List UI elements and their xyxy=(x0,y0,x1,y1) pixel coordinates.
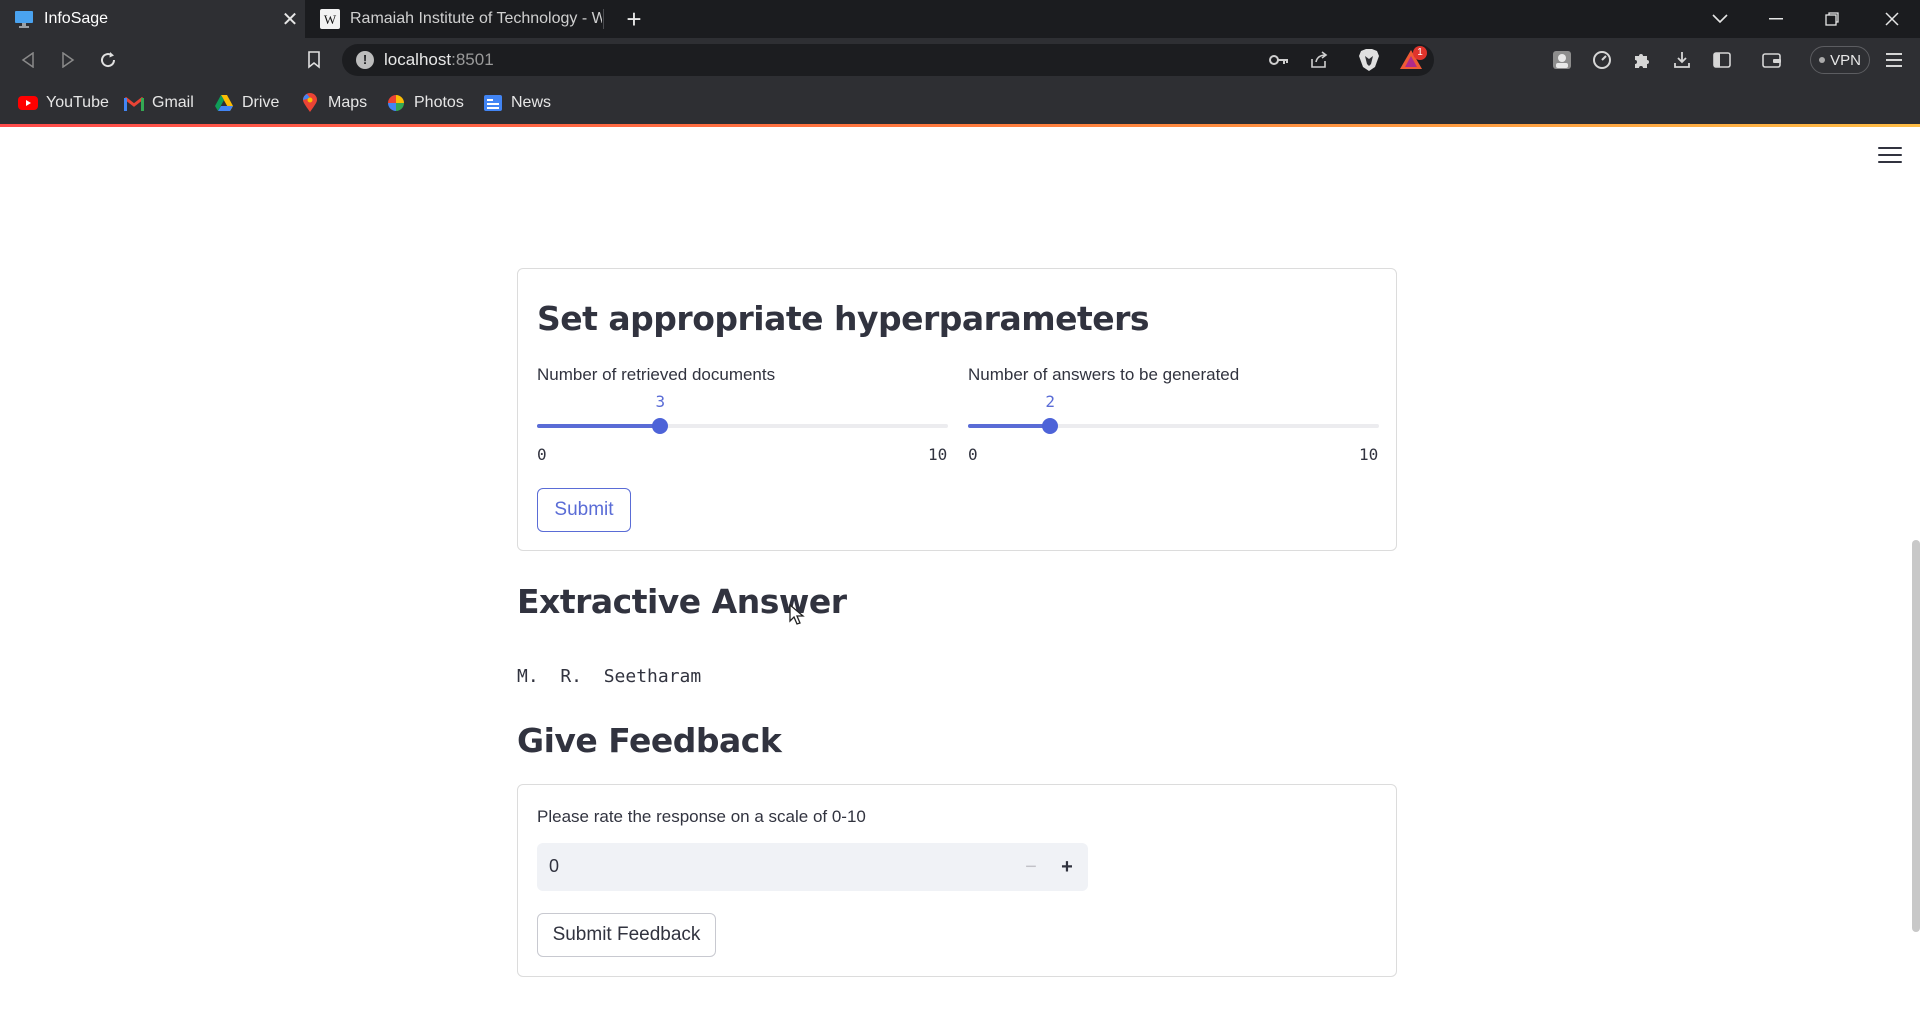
reload-icon[interactable] xyxy=(92,44,124,76)
close-tab-icon[interactable]: ✕ xyxy=(275,7,305,32)
give-feedback-title: Give Feedback xyxy=(517,721,782,760)
wallet-icon[interactable] xyxy=(1756,44,1788,76)
bookmark-photos[interactable]: Photos xyxy=(386,92,464,114)
monitor-icon xyxy=(14,9,34,29)
bookmark-label: Maps xyxy=(328,94,368,111)
tab-infosage[interactable]: InfoSage ✕ xyxy=(0,0,305,38)
increment-icon[interactable]: + xyxy=(1050,851,1084,883)
bookmark-drive[interactable]: Drive xyxy=(214,92,279,114)
tab-title: Ramaiah Institute of Technology - Wik xyxy=(350,10,602,27)
sidebar-toggle-icon[interactable] xyxy=(1706,44,1738,76)
bookmark-label: Drive xyxy=(242,94,280,111)
bookmark-icon[interactable] xyxy=(298,44,330,76)
tab-search-chevron-icon[interactable] xyxy=(1692,0,1748,38)
profile-extension-icon[interactable] xyxy=(1546,44,1578,76)
bookmark-label: Photos xyxy=(414,94,464,111)
gmail-icon xyxy=(124,93,144,113)
bookmark-maps[interactable]: Maps xyxy=(300,92,367,114)
close-window-icon[interactable] xyxy=(1864,0,1920,38)
hyperparameters-form: Set appropriate hyperparameters Number o… xyxy=(517,268,1397,551)
slider-min-label: 0 xyxy=(537,445,547,464)
slider-min-label: 0 xyxy=(968,445,978,464)
maps-icon xyxy=(300,93,320,113)
submit-feedback-button[interactable]: Submit Feedback xyxy=(537,913,716,957)
app-menu-icon[interactable] xyxy=(1878,145,1902,165)
tab-divider xyxy=(603,9,604,29)
retrieved-docs-slider[interactable]: 3 xyxy=(537,392,948,434)
feedback-form: Please rate the response on a scale of 0… xyxy=(517,784,1397,977)
minimize-icon[interactable] xyxy=(1748,0,1804,38)
page-scrollbar[interactable] xyxy=(1912,540,1920,932)
extensions-puzzle-icon[interactable] xyxy=(1626,44,1658,76)
rating-number-input[interactable]: 0 − + xyxy=(537,843,1088,891)
slider-fill xyxy=(537,424,661,428)
slider-max-label: 10 xyxy=(1359,445,1379,464)
tab-strip: InfoSage ✕ W Ramaiah Institute of Techno… xyxy=(0,0,1920,38)
brave-shields-icon[interactable] xyxy=(1358,48,1380,72)
photos-icon xyxy=(386,93,406,113)
vpn-status-dot xyxy=(1819,57,1826,63)
news-icon xyxy=(483,93,503,113)
new-tab-button[interactable]: + xyxy=(618,3,650,35)
speedometer-icon[interactable] xyxy=(1586,44,1618,76)
bookmark-label: YouTube xyxy=(46,94,109,111)
share-icon[interactable] xyxy=(1304,44,1334,76)
generated-answers-label: Number of answers to be generated xyxy=(968,365,1240,384)
slider-fill xyxy=(968,424,1051,428)
mouse-cursor-icon xyxy=(789,604,805,625)
slider-value: 2 xyxy=(1045,392,1055,411)
rewards-badge: 1 xyxy=(1413,46,1427,60)
bookmark-gmail[interactable]: Gmail xyxy=(124,92,194,114)
back-icon[interactable] xyxy=(12,44,44,76)
browser-toolbar: ! localhost:8501 1 VPN xyxy=(0,38,1920,82)
tab-wikipedia[interactable]: W Ramaiah Institute of Technology - Wik xyxy=(306,0,602,38)
bookmark-label: News xyxy=(511,94,552,111)
bookmarks-bar: YouTube Gmail Drive Maps Photos News xyxy=(0,82,1920,124)
bookmark-youtube[interactable]: YouTube xyxy=(18,92,109,114)
key-icon[interactable] xyxy=(1264,44,1294,76)
slider-value: 3 xyxy=(655,392,666,411)
rating-prompt: Please rate the response on a scale of 0… xyxy=(537,807,866,826)
hyperparameters-title: Set appropriate hyperparameters xyxy=(537,299,1150,338)
wikipedia-icon: W xyxy=(320,9,340,29)
retrieved-docs-label: Number of retrieved documents xyxy=(537,365,776,384)
submit-button[interactable]: Submit xyxy=(537,488,631,532)
decrement-icon[interactable]: − xyxy=(1014,851,1048,883)
slider-thumb[interactable] xyxy=(652,418,669,434)
bookmark-label: Gmail xyxy=(152,94,194,111)
site-info-icon[interactable]: ! xyxy=(356,51,374,69)
restore-icon[interactable] xyxy=(1804,0,1860,38)
generated-answers-slider[interactable]: 2 xyxy=(968,392,1379,434)
menu-icon[interactable] xyxy=(1878,44,1910,76)
answer-text: M. R. Seetharam xyxy=(517,666,702,687)
rating-value[interactable]: 0 xyxy=(549,856,559,877)
download-icon[interactable] xyxy=(1666,44,1698,76)
slider-max-label: 10 xyxy=(928,445,948,464)
slider-thumb[interactable] xyxy=(1042,418,1059,434)
url-text: localhost:8501 xyxy=(384,50,494,69)
svg-text:W: W xyxy=(324,12,337,27)
vpn-label: VPN xyxy=(1830,51,1861,69)
app-status-bar xyxy=(0,124,1920,127)
bookmark-news[interactable]: News xyxy=(483,92,551,114)
vpn-button[interactable]: VPN xyxy=(1810,46,1870,74)
youtube-icon xyxy=(18,93,38,113)
drive-icon xyxy=(214,93,234,113)
forward-icon[interactable] xyxy=(52,44,84,76)
tab-title: InfoSage xyxy=(44,10,109,27)
